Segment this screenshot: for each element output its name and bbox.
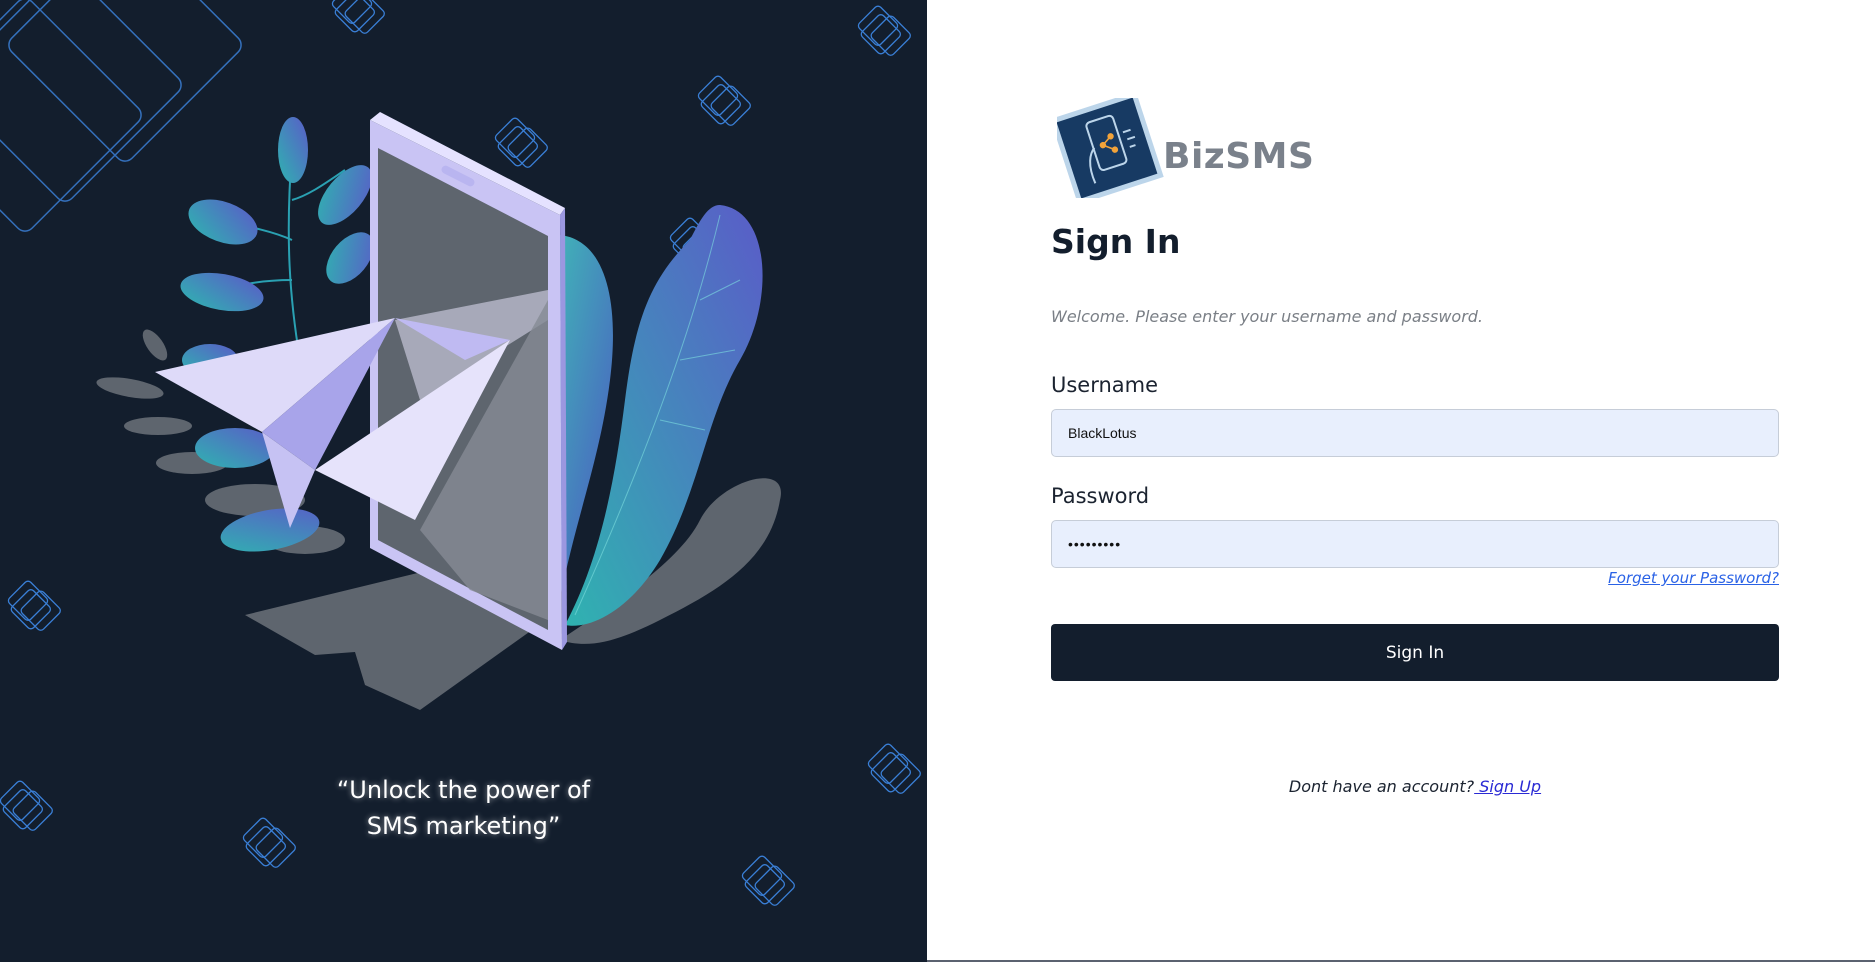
signup-row: Dont have an account? Sign Up: [1051, 777, 1779, 796]
page-title: Sign In: [1051, 222, 1181, 261]
username-input[interactable]: [1051, 409, 1779, 457]
hero-panel: “Unlock the power of SMS marketing”: [0, 0, 927, 962]
password-label: Password: [1051, 484, 1150, 508]
tagline-line-1: “Unlock the power of: [336, 776, 591, 804]
signup-prompt: Dont have an account?: [1288, 777, 1475, 796]
forgot-password-link[interactable]: Forget your Password?: [1608, 569, 1779, 587]
password-input[interactable]: [1051, 520, 1779, 568]
hero-tagline: “Unlock the power of SMS marketing”: [0, 772, 927, 844]
username-label: Username: [1051, 373, 1159, 397]
tagline-line-2: SMS marketing”: [366, 812, 561, 840]
sign-in-button[interactable]: Sign In: [1051, 624, 1779, 681]
brand-name: BizSMS: [1163, 136, 1315, 177]
welcome-text: Welcome. Please enter your username and …: [1051, 307, 1484, 326]
sign-up-link[interactable]: Sign Up: [1474, 777, 1541, 796]
signin-panel: BizSMS Sign In Welcome. Please enter you…: [927, 0, 1875, 960]
